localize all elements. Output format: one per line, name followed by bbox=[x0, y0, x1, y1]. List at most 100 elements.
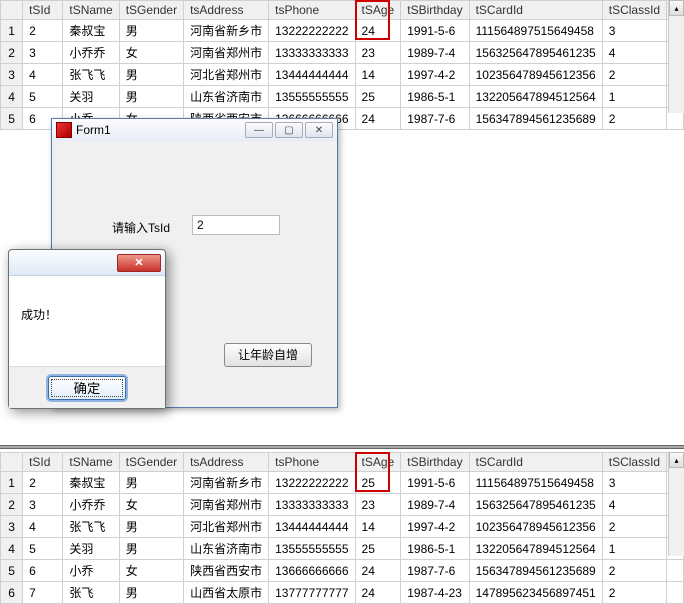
cell[interactable]: 102356478945612356 bbox=[469, 64, 602, 86]
col-header-tsAddress[interactable]: tsAddress bbox=[184, 1, 269, 20]
cell[interactable]: 25 bbox=[355, 86, 401, 108]
cell[interactable]: 13777777777 bbox=[269, 582, 355, 604]
col-header-tSClassId[interactable]: tSClassId bbox=[602, 453, 666, 472]
tsid-input[interactable] bbox=[192, 215, 280, 235]
cell[interactable]: 1991-5-6 bbox=[401, 20, 469, 42]
cell[interactable]: 小乔乔 bbox=[63, 494, 119, 516]
cell[interactable]: 5 bbox=[23, 538, 63, 560]
cell[interactable]: 1991-5-6 bbox=[401, 472, 469, 494]
cell[interactable]: 3 bbox=[23, 42, 63, 64]
table-row[interactable]: 34张飞飞男河北省郑州市13444444444141997-4-21023564… bbox=[1, 64, 684, 86]
col-header-tSAge[interactable]: tSAge bbox=[355, 1, 401, 20]
table-row[interactable]: 23小乔乔女河南省郑州市13333333333231989-7-41563256… bbox=[1, 42, 684, 64]
cell[interactable]: 132205647894512564 bbox=[469, 538, 602, 560]
cell[interactable]: 1 bbox=[602, 538, 666, 560]
cell[interactable]: 24 bbox=[355, 560, 401, 582]
cell[interactable]: 秦叔宝 bbox=[63, 472, 119, 494]
cell[interactable]: 2 bbox=[602, 108, 666, 130]
cell[interactable]: 102356478945612356 bbox=[469, 516, 602, 538]
cell[interactable]: 男 bbox=[119, 20, 183, 42]
cell[interactable]: 1987-7-6 bbox=[401, 560, 469, 582]
cell[interactable]: 3 bbox=[602, 472, 666, 494]
cell[interactable]: 25 bbox=[355, 538, 401, 560]
cell[interactable]: 111564897515649458 bbox=[469, 472, 602, 494]
cell[interactable]: 156347894561235689 bbox=[469, 108, 602, 130]
cell[interactable]: 1 bbox=[1, 20, 23, 42]
table-row[interactable]: 12秦叔宝男河南省新乡市13222222222251991-5-61115648… bbox=[1, 472, 684, 494]
cell[interactable]: 2 bbox=[23, 472, 63, 494]
close-button[interactable]: ✕ bbox=[305, 122, 333, 138]
cell[interactable]: 陕西省西安市 bbox=[184, 560, 269, 582]
minimize-button[interactable]: — bbox=[245, 122, 273, 138]
cell[interactable]: 5 bbox=[23, 86, 63, 108]
cell[interactable]: 13222222222 bbox=[269, 20, 355, 42]
table-row[interactable]: 34张飞飞男河北省郑州市13444444444141997-4-21023564… bbox=[1, 516, 684, 538]
cell[interactable]: 小乔乔 bbox=[63, 42, 119, 64]
table-row[interactable]: 45关羽男山东省济南市13555555555251986-5-113220564… bbox=[1, 538, 684, 560]
cell[interactable]: 4 bbox=[1, 538, 23, 560]
cell[interactable]: 关羽 bbox=[63, 538, 119, 560]
cell[interactable]: 1 bbox=[602, 86, 666, 108]
cell[interactable]: 男 bbox=[119, 64, 183, 86]
cell[interactable]: 13333333333 bbox=[269, 42, 355, 64]
cell[interactable]: 男 bbox=[119, 538, 183, 560]
col-header-rownum[interactable] bbox=[1, 1, 23, 20]
cell[interactable]: 4 bbox=[1, 86, 23, 108]
scroll-up-icon[interactable]: ▴ bbox=[669, 0, 684, 16]
col-header-tsPhone[interactable]: tsPhone bbox=[269, 453, 355, 472]
cell[interactable]: 24 bbox=[355, 108, 401, 130]
cell[interactable]: 24 bbox=[355, 20, 401, 42]
table-row[interactable]: 67张飞男山西省太原市13777777777241987-4-231478956… bbox=[1, 582, 684, 604]
cell[interactable]: 13333333333 bbox=[269, 494, 355, 516]
col-header-rownum[interactable] bbox=[1, 453, 23, 472]
col-header-tSCardId[interactable]: tSCardId bbox=[469, 1, 602, 20]
data-grid-top[interactable]: tSIdtSNametSGendertsAddresstsPhonetSAget… bbox=[0, 0, 684, 130]
increment-age-button[interactable]: 让年龄自增 bbox=[224, 343, 312, 367]
cell[interactable]: 156347894561235689 bbox=[469, 560, 602, 582]
cell[interactable]: 7 bbox=[23, 582, 63, 604]
cell[interactable]: 张飞 bbox=[63, 582, 119, 604]
cell[interactable]: 1987-4-23 bbox=[401, 582, 469, 604]
table-row[interactable]: 12秦叔宝男河南省新乡市13222222222241991-5-61115648… bbox=[1, 20, 684, 42]
cell[interactable]: 河南省郑州市 bbox=[184, 42, 269, 64]
cell[interactable]: 14 bbox=[355, 64, 401, 86]
cell[interactable]: 13444444444 bbox=[269, 64, 355, 86]
cell[interactable]: 1997-4-2 bbox=[401, 516, 469, 538]
cell[interactable]: 13555555555 bbox=[269, 538, 355, 560]
col-header-tsPhone[interactable]: tsPhone bbox=[269, 1, 355, 20]
cell[interactable]: 2 bbox=[602, 516, 666, 538]
cell[interactable]: 3 bbox=[1, 64, 23, 86]
cell[interactable]: 张飞飞 bbox=[63, 516, 119, 538]
col-header-tSCardId[interactable]: tSCardId bbox=[469, 453, 602, 472]
cell[interactable]: 13222222222 bbox=[269, 472, 355, 494]
cell[interactable]: 4 bbox=[23, 64, 63, 86]
cell[interactable]: 6 bbox=[23, 560, 63, 582]
col-header-tSGender[interactable]: tSGender bbox=[119, 1, 183, 20]
messagebox-titlebar[interactable]: ✕ bbox=[9, 250, 165, 276]
col-header-tSId[interactable]: tSId bbox=[23, 453, 63, 472]
table-row[interactable]: 56小乔女陕西省西安市13666666666241987-7-615634789… bbox=[1, 560, 684, 582]
cell[interactable]: 2 bbox=[1, 42, 23, 64]
cell[interactable]: 女 bbox=[119, 560, 183, 582]
cell[interactable]: 24 bbox=[355, 582, 401, 604]
col-header-tSClassId[interactable]: tSClassId bbox=[602, 1, 666, 20]
cell[interactable]: 小乔 bbox=[63, 560, 119, 582]
col-header-tSId[interactable]: tSId bbox=[23, 1, 63, 20]
cell[interactable]: 6 bbox=[1, 582, 23, 604]
cell[interactable]: 秦叔宝 bbox=[63, 20, 119, 42]
cell[interactable]: 山东省济南市 bbox=[184, 86, 269, 108]
cell[interactable]: 关羽 bbox=[63, 86, 119, 108]
cell[interactable]: 13666666666 bbox=[269, 560, 355, 582]
messagebox-ok-button[interactable]: 确定 bbox=[48, 376, 126, 400]
table-row[interactable]: 23小乔乔女河南省郑州市13333333333231989-7-41563256… bbox=[1, 494, 684, 516]
table-row[interactable]: 45关羽男山东省济南市13555555555251986-5-113220564… bbox=[1, 86, 684, 108]
cell[interactable]: 张飞飞 bbox=[63, 64, 119, 86]
cell[interactable]: 女 bbox=[119, 494, 183, 516]
cell[interactable]: 2 bbox=[602, 64, 666, 86]
cell[interactable]: 河北省郑州市 bbox=[184, 64, 269, 86]
cell[interactable]: 13444444444 bbox=[269, 516, 355, 538]
cell[interactable]: 25 bbox=[355, 472, 401, 494]
cell[interactable]: 女 bbox=[119, 42, 183, 64]
cell[interactable]: 4 bbox=[602, 42, 666, 64]
cell[interactable]: 河北省郑州市 bbox=[184, 516, 269, 538]
